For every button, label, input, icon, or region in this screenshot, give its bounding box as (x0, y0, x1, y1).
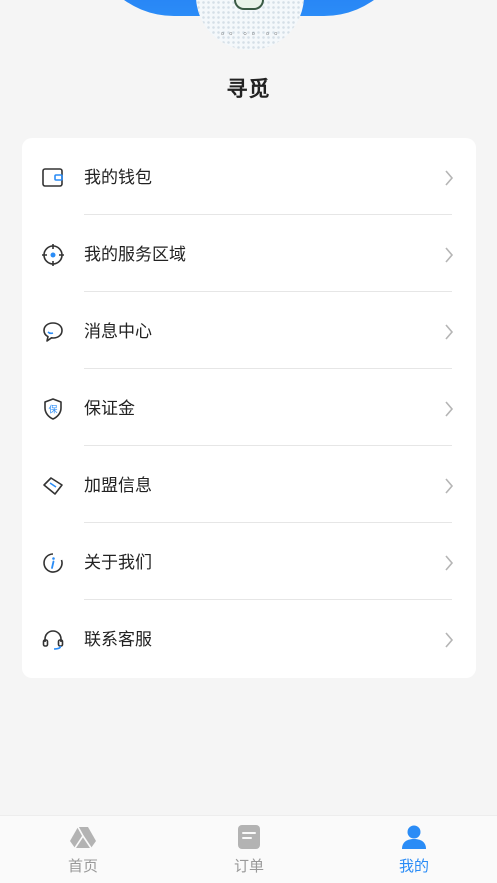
menu-item-label: 保证金 (84, 399, 135, 419)
shield-deposit-icon: 保 (44, 398, 62, 420)
info-icon (43, 553, 63, 573)
wallet-icon (42, 168, 63, 187)
tab-label: 首页 (67, 857, 98, 875)
tab-mine[interactable]: 我的 (331, 816, 497, 883)
avatar[interactable]: ◦◦ ◦◦ ◦◦ (196, 0, 304, 50)
chevron-right-icon (445, 401, 454, 417)
tab-label: 我的 (398, 857, 429, 875)
home-triangle-icon (70, 826, 96, 849)
avatar-dots: ◦◦ ◦◦ ◦◦ (220, 30, 282, 40)
menu-item-franchise-info[interactable]: 加盟信息 (22, 446, 476, 523)
menu-item-deposit[interactable]: 保 保证金 (22, 369, 476, 446)
tab-home[interactable]: 首页 (0, 816, 166, 883)
menu-item-label: 加盟信息 (84, 476, 152, 496)
menu-item-wallet[interactable]: 我的钱包 (22, 138, 476, 215)
chevron-right-icon (445, 632, 454, 648)
user-icon (402, 825, 426, 849)
tab-label: 订单 (233, 857, 264, 875)
menu-item-message-center[interactable]: 消息中心 (22, 292, 476, 369)
chat-bubble-icon (43, 322, 63, 342)
menu-item-about-us[interactable]: 关于我们 (22, 523, 476, 600)
profile-header: ◦◦ ◦◦ ◦◦ 寻觅 (0, 0, 497, 135)
tab-orders[interactable]: 订单 (166, 816, 332, 883)
chevron-right-icon (445, 555, 454, 571)
order-doc-icon (238, 825, 260, 849)
my-profile-page: ◦◦ ◦◦ ◦◦ 寻觅 我的钱包 我的服务区域 消息中心 保 保证金 加盟信息 … (0, 0, 497, 883)
menu-item-label: 联系客服 (84, 630, 152, 650)
chevron-right-icon (445, 247, 454, 263)
tag-icon (43, 477, 63, 495)
chevron-right-icon (445, 170, 454, 186)
menu-item-label: 我的服务区域 (84, 245, 186, 265)
bottom-tab-bar: 首页 订单 我的 (0, 815, 497, 883)
svg-text:保: 保 (48, 404, 57, 416)
target-location-icon (42, 244, 64, 266)
user-nickname: 寻觅 (226, 77, 271, 101)
menu-item-label: 我的钱包 (84, 168, 152, 188)
chevron-right-icon (445, 324, 454, 340)
menu-item-customer-service[interactable]: 联系客服 (22, 600, 476, 677)
menu-card: 我的钱包 我的服务区域 消息中心 保 保证金 加盟信息 关于我们 联系客服 (22, 138, 476, 678)
menu-item-label: 消息中心 (84, 322, 152, 342)
menu-item-label: 关于我们 (84, 553, 152, 573)
headset-icon (42, 630, 64, 650)
menu-item-service-area[interactable]: 我的服务区域 (22, 215, 476, 292)
chevron-right-icon (445, 478, 454, 494)
